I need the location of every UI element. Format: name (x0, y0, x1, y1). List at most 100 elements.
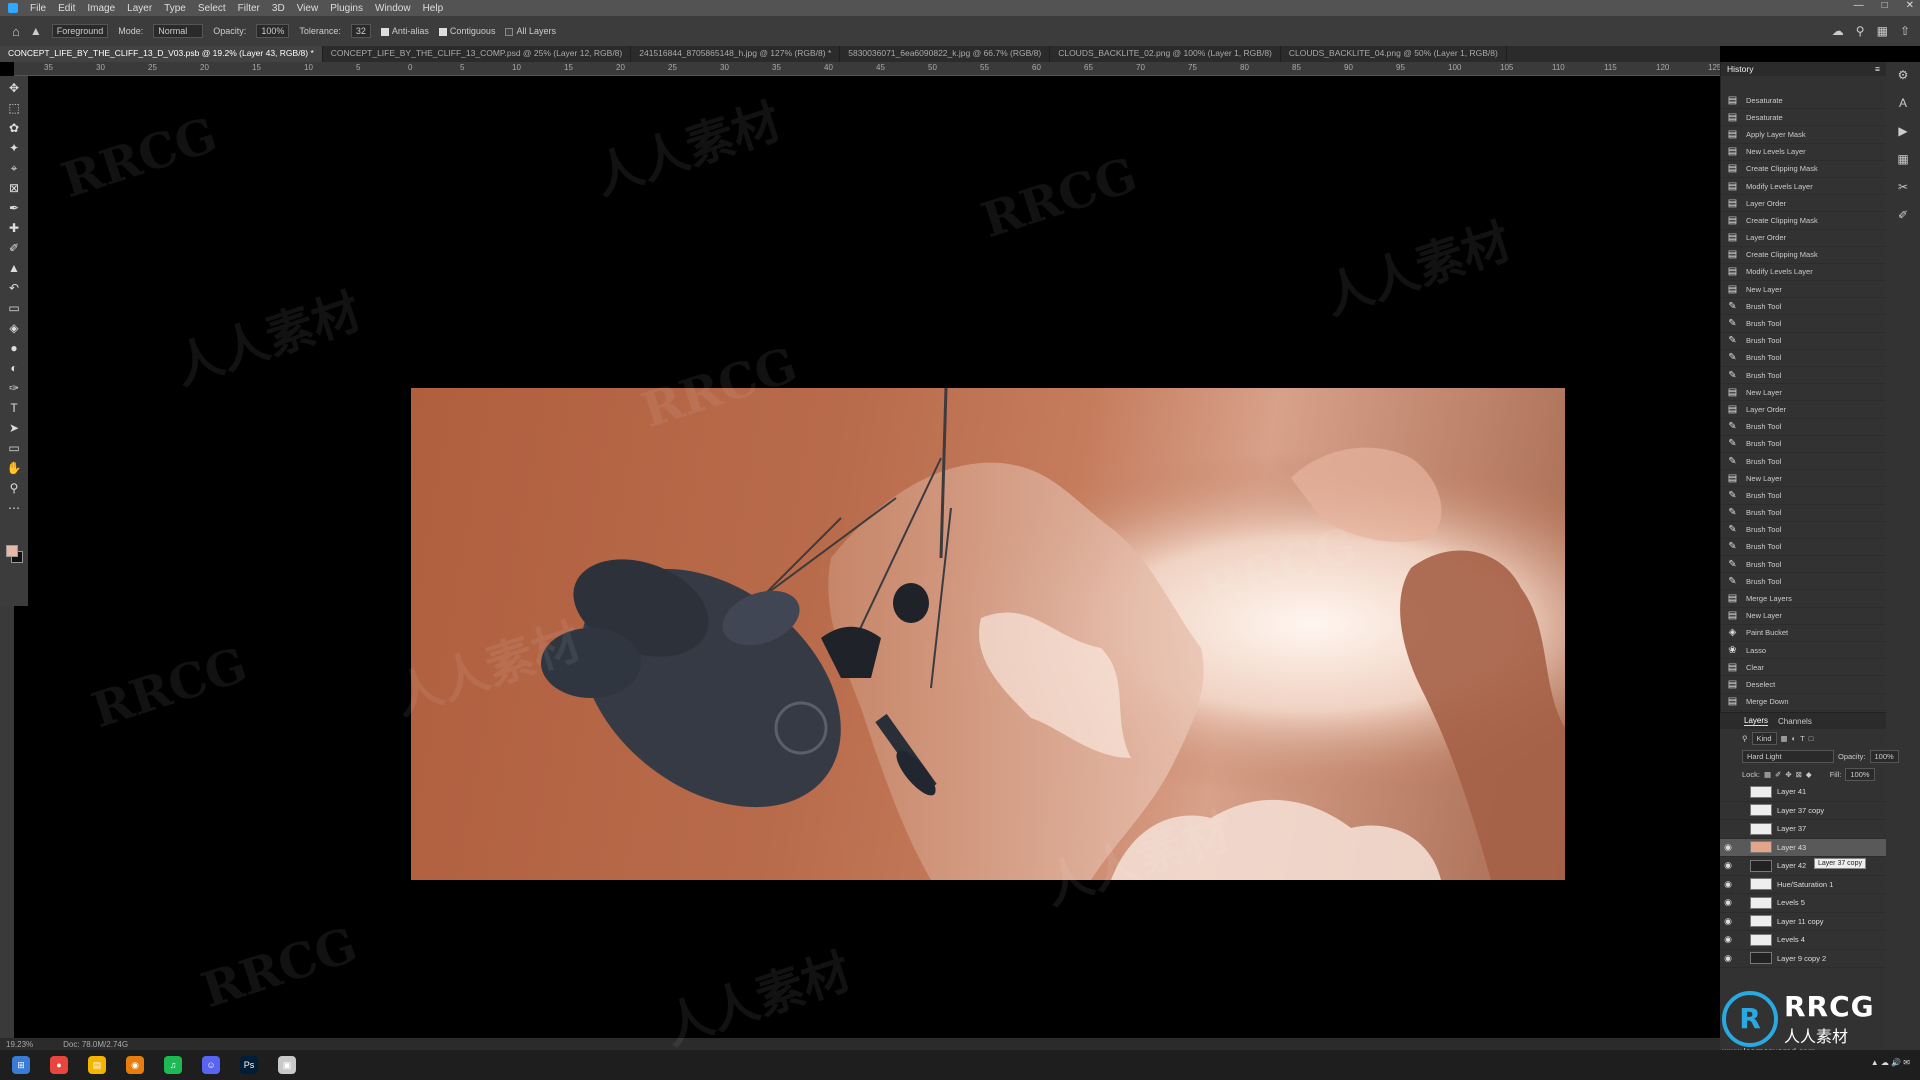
history-item[interactable]: ✎ Brush Tool (1721, 298, 1886, 316)
win-taskbar-icon[interactable]: ⊞ (12, 1056, 30, 1074)
history-item[interactable]: ▤ Clear (1721, 659, 1886, 677)
menu-edit[interactable]: Edit (58, 3, 75, 14)
layer-row[interactable]: ◉ Layer 43 (1720, 838, 1886, 857)
layer-name[interactable]: Layer 42 (1777, 861, 1806, 870)
layer-name[interactable]: Levels 5 (1777, 898, 1805, 907)
magic-wand-tool-icon[interactable]: ✦ (5, 140, 23, 156)
menu-image[interactable]: Image (87, 3, 115, 14)
hand-tool-icon[interactable]: ✋ (5, 460, 23, 476)
history-item[interactable]: ◈ Paint Bucket (1721, 625, 1886, 642)
pen-tool-icon[interactable]: ✑ (5, 380, 23, 396)
layer-name[interactable]: Layer 41 (1777, 787, 1806, 796)
canvas-area[interactable] (28, 76, 1720, 1041)
horizontal-ruler[interactable]: 35 30 25 20 15 10 5 0 5 10 15 20 25 30 35 40 45 50 55 60 65 7… (14, 62, 1720, 76)
history-item[interactable]: ▤ Apply Layer Mask (1721, 126, 1886, 144)
filter-pixel-icon[interactable]: ▦ (1781, 734, 1788, 743)
paint-bucket-icon[interactable]: ◈ (5, 320, 23, 336)
frame-tool-icon[interactable]: ⊠ (5, 180, 23, 196)
move-tool-icon[interactable]: ✥ (5, 80, 23, 96)
lock-position-icon[interactable]: ✥ (1785, 770, 1791, 779)
layer-name[interactable]: Layer 37 (1777, 824, 1806, 833)
swatches-icon[interactable]: ▦ (1897, 152, 1908, 166)
visibility-eye-icon[interactable]: ◉ (1720, 879, 1736, 890)
history-item[interactable]: ✎ Brush Tool (1721, 556, 1886, 574)
brushes-icon[interactable]: ✐ (1898, 208, 1908, 222)
files-taskbar-icon[interactable]: ▤ (88, 1056, 106, 1074)
minimize-icon[interactable]: — (1854, 0, 1864, 11)
eyedropper-tool-icon[interactable]: ✒ (5, 200, 23, 216)
history-item[interactable]: ✎ Brush Tool (1721, 315, 1886, 333)
history-item[interactable]: ▤ New Levels Layer (1721, 144, 1886, 161)
tab-document[interactable]: 241516844_8705865148_h.jpg @ 127% (RGB/8… (631, 46, 841, 62)
home-icon[interactable]: ⌂ (12, 24, 20, 39)
search-icon[interactable]: ⚲ (1856, 24, 1865, 38)
spotify-taskbar-icon[interactable]: ♫ (164, 1056, 182, 1074)
history-item[interactable]: ✎ Brush Tool (1721, 436, 1886, 453)
layer-row[interactable]: ◉ Layer 9 copy 2 (1720, 950, 1886, 968)
tolerance-input[interactable]: 32 (350, 24, 371, 38)
history-item[interactable]: ✎ Brush Tool (1721, 333, 1886, 350)
tab-channels[interactable]: Channels (1778, 717, 1812, 726)
anti-alias-checkbox[interactable]: Anti-alias (380, 26, 429, 36)
layer-name[interactable]: Layer 11 copy (1777, 917, 1824, 926)
history-item[interactable]: ✎ Brush Tool (1721, 573, 1886, 591)
history-item[interactable]: ▤ New Layer (1721, 470, 1886, 488)
history-item[interactable]: ✎ Brush Tool (1721, 350, 1886, 367)
layer-row[interactable]: ◉ Hue/Saturation 1 (1720, 876, 1886, 894)
history-item[interactable]: ✎ Brush Tool (1721, 539, 1886, 557)
history-item[interactable]: ▤ Layer Order (1721, 195, 1886, 213)
menu-select[interactable]: Select (198, 3, 226, 14)
stamp-tool-icon[interactable]: ▲ (5, 260, 23, 276)
character-icon[interactable]: A (1899, 96, 1907, 110)
system-tray[interactable]: ▲ ☁ 🔊 ✉ (1871, 1058, 1910, 1067)
type-tool-icon[interactable]: T (5, 400, 23, 416)
filter-type-icon[interactable]: T (1800, 734, 1805, 743)
lasso-tool-icon[interactable]: ✿ (5, 120, 23, 136)
history-item[interactable]: ▤ Deselect (1721, 676, 1886, 694)
tab-document[interactable]: CLOUDS_BACKLITE_02.png @ 100% (Layer 1, … (1050, 46, 1281, 62)
history-item[interactable]: ▤ Merge Layers (1721, 590, 1886, 608)
zoom-level[interactable]: 19.23% (6, 1040, 33, 1049)
history-panel-title[interactable]: History (1727, 64, 1753, 74)
tool-presets-icon[interactable]: ✂ (1898, 180, 1908, 194)
lock-transparency-icon[interactable]: ▦ (1764, 770, 1771, 779)
tab-layers[interactable]: Layers (1744, 716, 1769, 726)
lock-artboard-icon[interactable]: ⊠ (1796, 770, 1802, 779)
visibility-eye-icon[interactable]: ◉ (1720, 842, 1736, 853)
menu-window[interactable]: Window (375, 3, 411, 14)
tab-document[interactable]: CONCEPT_LIFE_BY_THE_CLIFF_13_D_V03.psb @… (0, 46, 323, 62)
all-layers-checkbox[interactable]: All Layers (505, 26, 556, 36)
layer-row[interactable]: ◉ Layer 11 copy (1720, 913, 1886, 931)
history-item[interactable]: ✎ Brush Tool (1721, 505, 1886, 522)
tab-document[interactable]: 5830036071_6ea6090822_k.jpg @ 66.7% (RGB… (840, 46, 1051, 62)
paint-bucket-tool-icon[interactable]: ▲ (30, 24, 42, 38)
layer-name[interactable]: Levels 4 (1777, 935, 1805, 944)
menu-help[interactable]: Help (423, 3, 444, 14)
tab-document[interactable]: CONCEPT_LIFE_BY_THE_CLIFF_13_COMP.psd @ … (323, 46, 632, 62)
visibility-eye-icon[interactable]: ◉ (1720, 953, 1736, 964)
history-item[interactable]: ▤ Desaturate (1721, 109, 1886, 127)
layer-row[interactable]: ◉ Levels 4 (1720, 931, 1886, 950)
history-item[interactable]: ▤ Desaturate (1721, 92, 1886, 110)
menu-file[interactable]: File (30, 3, 46, 14)
ps-taskbar-icon[interactable]: Ps (240, 1056, 258, 1074)
lock-pixels-icon[interactable]: ✐ (1775, 770, 1781, 779)
menu-view[interactable]: View (297, 3, 319, 14)
history-brush-tool-icon[interactable]: ↶ (5, 280, 23, 296)
fill-source-select[interactable]: Foreground (51, 24, 109, 38)
layer-row[interactable]: ◉ Levels 5 (1720, 894, 1886, 913)
tab-document[interactable]: CLOUDS_BACKLITE_04.png @ 50% (Layer 1, R… (1281, 46, 1507, 62)
lock-all-icon[interactable]: ◆ (1806, 770, 1812, 779)
blur-tool-icon[interactable]: ● (5, 340, 23, 356)
history-item[interactable]: ▤ Create Clipping Mask (1721, 212, 1886, 230)
box-taskbar-icon[interactable]: ▣ (278, 1056, 296, 1074)
history-item[interactable]: ▤ Layer Order (1721, 401, 1886, 419)
history-item[interactable]: ✎ Brush Tool (1721, 367, 1886, 385)
visibility-eye-icon[interactable]: ◉ (1720, 934, 1736, 945)
visibility-eye-icon[interactable]: ◉ (1720, 860, 1736, 871)
more-tools-icon[interactable]: ⋯ (5, 500, 23, 516)
layer-row[interactable]: Layer 41 (1720, 783, 1886, 802)
filter-adjustment-icon[interactable]: ◐ (1792, 734, 1797, 743)
history-item[interactable]: ✎ Brush Tool (1721, 487, 1886, 505)
dodge-tool-icon[interactable]: ◐ (5, 360, 23, 376)
